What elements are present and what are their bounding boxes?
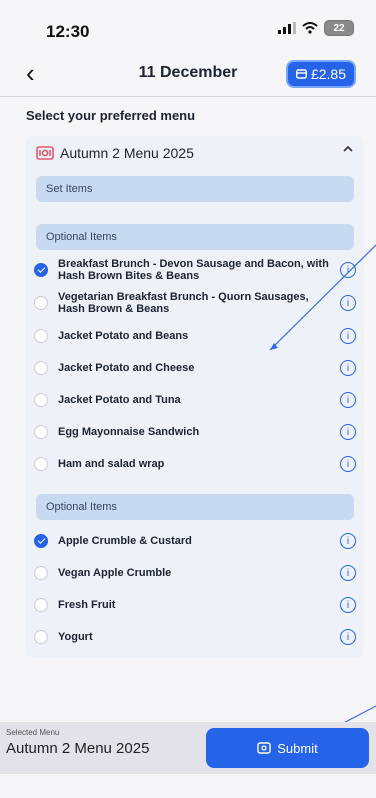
menu-option-label: Jacket Potato and Beans [58, 330, 189, 342]
menu-option-label: Breakfast Brunch - Devon Sausage and Bac… [58, 258, 329, 282]
radio-unchecked-icon[interactable] [34, 296, 48, 310]
page-heading: Select your preferred menu [26, 108, 196, 123]
menu-header[interactable]: Autumn 2 Menu 2025 [26, 136, 364, 170]
menu-option-row[interactable]: Vegetarian Breakfast Brunch - Quorn Saus… [34, 291, 356, 315]
radio-unchecked-icon[interactable] [34, 329, 48, 343]
footer-bar: Selected Menu Autumn 2 Menu 2025 Submit [0, 722, 376, 774]
menu-option-label: Apple Crumble & Custard [58, 535, 192, 547]
selected-menu-value: Autumn 2 Menu 2025 [6, 740, 150, 757]
info-icon[interactable]: i [340, 456, 356, 472]
submit-label: Submit [277, 740, 318, 756]
info-icon[interactable]: i [340, 533, 356, 549]
info-icon[interactable]: i [340, 392, 356, 408]
menu-option-label: Jacket Potato and Tuna [58, 394, 181, 406]
info-icon[interactable]: i [340, 262, 356, 278]
menu-card: Autumn 2 Menu 2025 Set Items Optional It… [26, 136, 364, 658]
menu-title: Autumn 2 Menu 2025 [60, 145, 194, 161]
menu-option-label: Egg Mayonnaise Sandwich [58, 426, 200, 438]
selected-menu-label: Selected Menu [6, 728, 60, 737]
signal-icon [278, 22, 296, 34]
submit-button[interactable]: Submit [206, 728, 369, 768]
radio-checked-icon[interactable] [34, 263, 48, 277]
menu-option-row[interactable]: Yogurt i [34, 629, 356, 645]
menu-option-row[interactable]: Egg Mayonnaise Sandwich i [34, 424, 356, 440]
section-optional-items: Optional Items [36, 224, 354, 250]
nav-bar: ‹ 11 December £2.85 [0, 58, 376, 94]
submit-food-icon [257, 742, 271, 754]
info-icon[interactable]: i [340, 565, 356, 581]
menu-option-row[interactable]: Jacket Potato and Cheese i [34, 360, 356, 376]
radio-unchecked-icon[interactable] [34, 425, 48, 439]
info-icon[interactable]: i [340, 424, 356, 440]
menu-option-row[interactable]: Breakfast Brunch - Devon Sausage and Bac… [34, 258, 356, 282]
wifi-icon [302, 22, 318, 34]
menu-option-row[interactable]: Fresh Fruit i [34, 597, 356, 613]
radio-checked-icon[interactable] [34, 534, 48, 548]
status-time: 12:30 [46, 22, 90, 41]
radio-unchecked-icon[interactable] [34, 457, 48, 471]
radio-unchecked-icon[interactable] [34, 598, 48, 612]
radio-unchecked-icon[interactable] [34, 361, 48, 375]
status-icons: 22 [278, 20, 354, 36]
menu-option-row[interactable]: Vegan Apple Crumble i [34, 565, 356, 581]
menu-option-label: Ham and salad wrap [58, 458, 165, 470]
phone-screen: 12:30 22 ‹ 11 December £2.85 Select your… [0, 0, 376, 798]
radio-unchecked-icon[interactable] [34, 393, 48, 407]
battery-icon: 22 [324, 20, 354, 36]
menu-option-row[interactable]: Apple Crumble & Custard i [34, 533, 356, 549]
menu-option-label: Vegetarian Breakfast Brunch - Quorn Saus… [58, 291, 309, 315]
menu-option-label: Fresh Fruit [58, 599, 116, 611]
menu-option-label: Yogurt [58, 631, 93, 643]
info-icon[interactable]: i [340, 597, 356, 613]
section-optional-items-2: Optional Items [36, 494, 354, 520]
balance-button[interactable]: £2.85 [285, 60, 356, 88]
header-divider [0, 96, 376, 97]
menu-option-row[interactable]: Ham and salad wrap i [34, 456, 356, 472]
info-icon[interactable]: i [340, 629, 356, 645]
chevron-up-icon[interactable] [342, 143, 354, 155]
menu-option-row[interactable]: Jacket Potato and Beans i [34, 328, 356, 344]
radio-unchecked-icon[interactable] [34, 630, 48, 644]
menu-option-row[interactable]: Jacket Potato and Tuna i [34, 392, 356, 408]
radio-unchecked-icon[interactable] [34, 566, 48, 580]
status-bar: 12:30 22 [0, 0, 376, 62]
info-icon[interactable]: i [340, 360, 356, 376]
menu-option-label: Vegan Apple Crumble [58, 567, 172, 579]
info-icon[interactable]: i [340, 328, 356, 344]
card-icon [296, 69, 307, 79]
menu-food-icon [36, 146, 54, 160]
menu-option-label: Jacket Potato and Cheese [58, 362, 195, 374]
section-set-items: Set Items [36, 176, 354, 202]
balance-amount: £2.85 [310, 66, 346, 82]
info-icon[interactable]: i [340, 295, 356, 311]
